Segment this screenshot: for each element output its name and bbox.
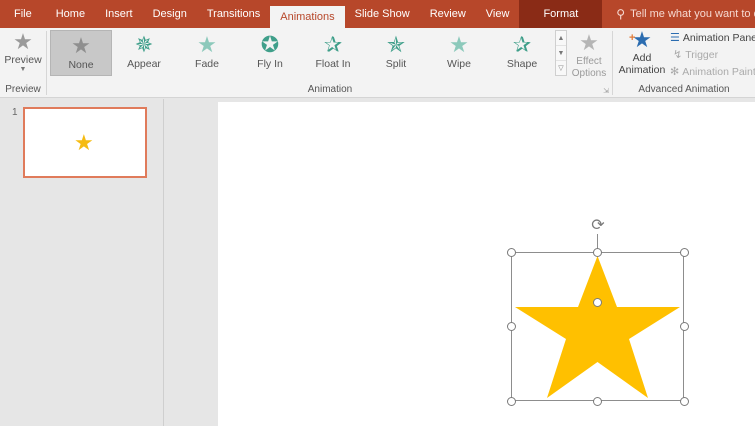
dialog-launcher-icon[interactable]: ⇲	[603, 87, 609, 95]
tell-me-box[interactable]: ⚲ Tell me what you want to do...	[602, 0, 755, 28]
effect-options-line1: Effect	[576, 56, 602, 67]
preview-button[interactable]: ★ Preview ▼	[4, 30, 42, 82]
ribbon: ★ Preview ▼ Preview Animation ⇲ ★ None ✵…	[0, 28, 755, 98]
preview-group: ★ Preview ▼ Preview	[0, 28, 46, 98]
animation-painter-label: Animation Painter	[682, 66, 755, 78]
star-icon: ★	[71, 33, 91, 58]
gallery-scrollbar[interactable]: ▲ ▼ ▽	[555, 30, 567, 76]
animation-group-label: Animation	[307, 84, 353, 95]
animation-label: Fade	[195, 58, 219, 70]
animation-pane-label: Animation Pane	[682, 32, 755, 44]
tab-insert[interactable]: Insert	[95, 0, 143, 28]
star-burst-icon: ✵	[134, 32, 154, 57]
rotate-handle-icon[interactable]: ⟳	[590, 218, 606, 234]
painter-icon: ✻	[670, 66, 680, 78]
tab-slide-show[interactable]: Slide Show	[345, 0, 420, 28]
chevron-down-icon: ▼	[19, 66, 27, 73]
resize-handle[interactable]	[680, 397, 689, 406]
slide-number: 1	[12, 107, 18, 118]
tab-view[interactable]: View	[476, 0, 520, 28]
resize-handle[interactable]	[680, 248, 689, 257]
resize-handle[interactable]	[680, 322, 689, 331]
tab-animations[interactable]: Animations	[270, 4, 345, 28]
tab-transitions[interactable]: Transitions	[197, 0, 270, 28]
trigger-button[interactable]: ↯ Trigger	[673, 48, 718, 61]
animation-split[interactable]: ✯ Split	[365, 30, 427, 76]
resize-handle[interactable]	[507, 248, 516, 257]
star-icon: ★	[74, 130, 94, 155]
resize-handle[interactable]	[507, 397, 516, 406]
add-animation-button[interactable]: ★ + Add Animation	[616, 28, 668, 82]
tell-me-placeholder: Tell me what you want to do...	[630, 8, 755, 20]
animation-label: Shape	[506, 58, 538, 70]
animation-painter-button[interactable]: ✻Animation Painter	[670, 65, 755, 78]
animation-shape[interactable]: ✰ Shape	[491, 30, 553, 76]
add-animation-line1: Add	[632, 52, 652, 64]
scroll-up-icon[interactable]: ▲	[556, 31, 566, 46]
preview-group-label: Preview	[5, 84, 41, 95]
star-outline-icon: ✰	[323, 32, 343, 57]
animation-label: Fly In	[257, 58, 283, 70]
animation-appear[interactable]: ✵ Appear	[113, 30, 175, 76]
animation-none[interactable]: ★ None	[50, 30, 112, 76]
animation-gallery: ★ None ✵ Appear ★ Fade ✪ Fly In ✰ Float …	[50, 30, 554, 82]
resize-handle[interactable]	[593, 397, 602, 406]
animation-label: Wipe	[447, 58, 471, 70]
animation-label: Split	[385, 58, 407, 70]
effect-options-button[interactable]: ★ Effect Options	[570, 30, 608, 82]
shape-selection-box	[511, 252, 684, 401]
slide-thumbnail[interactable]: ★	[23, 107, 147, 178]
slide-thumbnail-pane: 1 ★	[0, 99, 164, 426]
ribbon-tab-bar: File Home Insert Design Transitions Anim…	[0, 0, 755, 28]
advanced-group-label: Advanced Animation	[638, 84, 730, 95]
animation-fly-in[interactable]: ✪ Fly In	[239, 30, 301, 76]
tab-design[interactable]: Design	[143, 0, 197, 28]
star-icon: ★	[197, 32, 217, 57]
gallery-more-icon[interactable]: ▽	[556, 61, 566, 76]
tab-format[interactable]: Format	[519, 0, 603, 28]
preview-star-icon: ★	[13, 29, 33, 54]
star-split-icon: ✯	[386, 32, 406, 57]
star-icon: ★	[579, 30, 599, 55]
animation-wipe[interactable]: ★ Wipe	[428, 30, 490, 76]
lightning-icon: ↯	[673, 49, 683, 61]
animation-pane-button[interactable]: ☰ Animation Pane	[670, 31, 755, 44]
tab-review[interactable]: Review	[420, 0, 476, 28]
resize-handle[interactable]	[507, 322, 516, 331]
preview-label: Preview	[4, 54, 42, 66]
star-icon: ★	[449, 32, 469, 57]
resize-handle[interactable]	[593, 248, 602, 257]
adjustment-handle[interactable]	[593, 298, 602, 307]
animation-pane-icon: ☰	[670, 32, 680, 44]
tab-file[interactable]: File	[0, 0, 46, 28]
scroll-down-icon[interactable]: ▼	[556, 46, 566, 61]
add-animation-line2: Animation	[618, 64, 666, 76]
animation-label: None	[68, 59, 94, 71]
star-fly-icon: ✪	[260, 32, 280, 57]
trigger-label: Trigger	[685, 49, 719, 61]
animation-label: Appear	[127, 58, 161, 70]
lightbulb-icon: ⚲	[616, 7, 626, 21]
animation-label: Float In	[315, 58, 351, 70]
add-star-icon: ★ +	[629, 27, 652, 52]
animation-float-in[interactable]: ✰ Float In	[302, 30, 364, 76]
star-outline-icon: ✰	[512, 32, 532, 57]
animation-fade[interactable]: ★ Fade	[176, 30, 238, 76]
effect-options-line2: Options	[571, 68, 607, 79]
tab-home[interactable]: Home	[46, 0, 95, 28]
